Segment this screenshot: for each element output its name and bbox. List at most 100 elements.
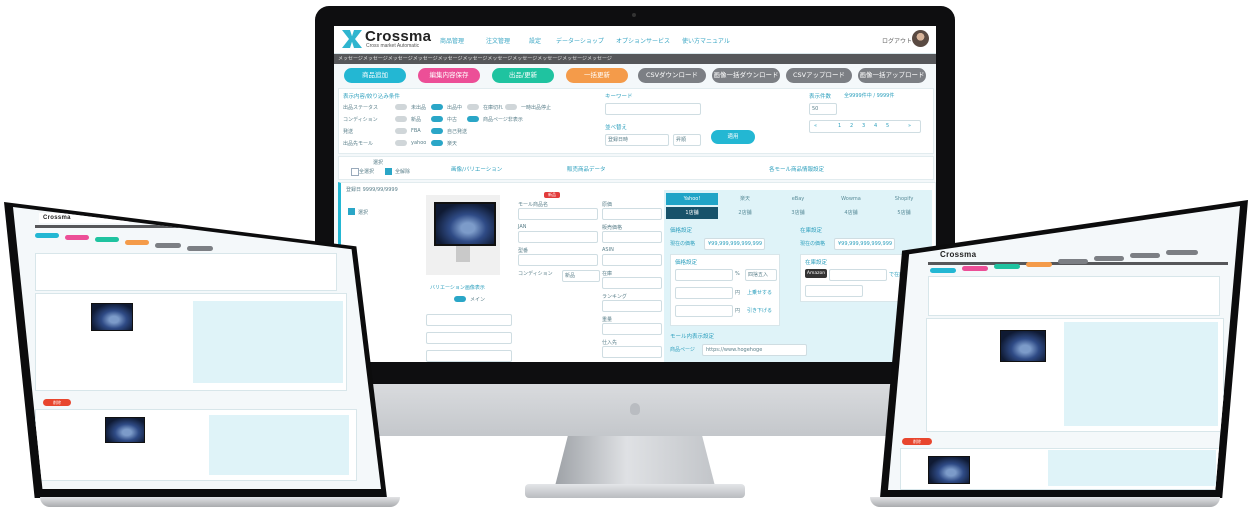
tab-ebay[interactable]: eBay (772, 193, 824, 205)
page-next[interactable]: » (908, 123, 911, 129)
tab-wowma[interactable]: Wowma (825, 193, 877, 205)
weight-input[interactable] (602, 323, 662, 335)
add-product-button[interactable]: 商品追加 (344, 68, 406, 83)
page-2[interactable]: 2 (850, 123, 853, 129)
deselect-all-checkbox[interactable] (385, 168, 392, 175)
mall-name-input[interactable] (518, 208, 598, 220)
nav-item-datashop[interactable]: データーショップ (556, 36, 604, 45)
sort-order-select[interactable]: 昇順 (673, 134, 701, 146)
right-add-btn[interactable] (930, 268, 956, 273)
price-sub-input[interactable] (675, 305, 733, 317)
tab-yahoo[interactable]: Yahoo! (666, 193, 718, 205)
left-add-btn[interactable] (35, 233, 59, 238)
store-tab-4[interactable]: 4店舗 (825, 207, 877, 219)
nav-item-products[interactable]: 商品管理 (440, 36, 464, 45)
inventory-setting-title: 在庫設定 (805, 260, 828, 266)
page-5[interactable]: 5 (886, 123, 889, 129)
select-all-checkbox[interactable] (351, 168, 359, 176)
image-bulk-download-button[interactable]: 画像一括ダウンロード (712, 68, 780, 83)
right-bulk-btn[interactable] (1026, 262, 1052, 267)
model-input[interactable] (518, 254, 598, 266)
left-bulk-btn[interactable] (125, 240, 149, 245)
page-3[interactable]: 3 (862, 123, 865, 129)
tab-rakuten[interactable]: 楽天 (719, 193, 771, 205)
store-tab-2[interactable]: 2店舗 (719, 207, 771, 219)
rounding-select[interactable]: 四捨五入 (745, 269, 777, 281)
image-bulk-upload-button[interactable]: 画像一括アップロード (858, 68, 926, 83)
right-list-btn[interactable] (994, 264, 1020, 269)
right-brand: Crossma (940, 250, 977, 259)
variation-field-3[interactable] (426, 350, 512, 362)
asin-input[interactable] (602, 254, 662, 266)
right-csv-btn[interactable] (1058, 259, 1088, 264)
toggle-unlisted[interactable] (395, 104, 407, 110)
deselect-all-label: 全解除 (395, 169, 411, 175)
price-rate-input[interactable] (675, 269, 733, 281)
left-save-btn[interactable] (65, 235, 89, 240)
store-url-input[interactable]: https://www.hogehoge (702, 344, 807, 356)
supplier-input[interactable] (602, 346, 662, 358)
opt-yahoo: yahoo (411, 140, 427, 146)
left-delete-button[interactable]: 削除 (43, 399, 71, 406)
avatar[interactable] (912, 30, 929, 47)
left-csv-btn[interactable] (155, 243, 181, 248)
store-tab-1[interactable]: 1店舗 (666, 207, 718, 219)
list-update-button[interactable]: 出品/更新 (492, 68, 554, 83)
jan-input[interactable] (518, 231, 598, 243)
condition-select[interactable]: 新品 (562, 270, 600, 282)
count-select[interactable]: 50 (809, 103, 837, 115)
sort-select[interactable]: 登録日時 (605, 134, 669, 146)
cost-input[interactable] (602, 208, 662, 220)
save-edits-button[interactable]: 編集内容保存 (418, 68, 480, 83)
apply-button[interactable]: 適用 (711, 130, 755, 144)
store-tab-5[interactable]: 5店舗 (878, 207, 930, 219)
right-csv-up-btn[interactable] (1130, 253, 1160, 258)
item-select-checkbox[interactable] (348, 208, 355, 215)
inventory-input-2[interactable] (805, 285, 863, 297)
csv-download-button[interactable]: CSVダウンロード (638, 68, 706, 83)
nav-item-orders[interactable]: 注文管理 (486, 36, 510, 45)
price-add-input[interactable] (675, 287, 733, 299)
variation-field-2[interactable] (426, 332, 512, 344)
toggle-used[interactable] (431, 116, 443, 122)
product-imac-screen (434, 202, 496, 246)
inventory-input[interactable] (829, 269, 887, 281)
price-input[interactable] (602, 231, 662, 243)
toggle-paused[interactable] (505, 104, 517, 110)
filter-label-condition: コンディション (343, 117, 378, 123)
stock-input[interactable] (602, 277, 662, 289)
logout-link[interactable]: ログアウト (882, 36, 912, 45)
toggle-self-ship[interactable] (431, 128, 443, 134)
store-tab-3[interactable]: 3店舗 (772, 207, 824, 219)
tab-shopify[interactable]: Shopify (878, 193, 930, 205)
toggle-yahoo[interactable] (395, 140, 407, 146)
nav-item-manual[interactable]: 使い方マニュアル (682, 36, 730, 45)
toggle-new[interactable] (395, 116, 407, 122)
toggle-listed[interactable] (431, 104, 443, 110)
toggle-fba[interactable] (395, 128, 407, 134)
main-image-toggle[interactable] (454, 296, 466, 302)
toggle-out-of-stock[interactable] (467, 104, 479, 110)
nav-item-options[interactable]: オプションサービス (616, 36, 670, 45)
right-delete-button[interactable]: 削除 (902, 438, 932, 445)
page-prev[interactable]: « (814, 123, 817, 129)
right-img-dl-btn[interactable] (1094, 256, 1124, 261)
ranking-input[interactable] (602, 300, 662, 312)
bulk-update-button[interactable]: 一括更新 (566, 68, 628, 83)
page-4[interactable]: 4 (874, 123, 877, 129)
right-save-btn[interactable] (962, 266, 988, 271)
csv-upload-button[interactable]: CSVアップロード (786, 68, 852, 83)
store-page-label: 商品ページ (670, 347, 695, 353)
left-img-btn[interactable] (187, 246, 213, 251)
left-list-btn[interactable] (95, 237, 119, 242)
camera-dot (632, 13, 636, 17)
nav-item-settings[interactable]: 設定 (529, 36, 541, 45)
right-mall-panel-1 (1064, 322, 1218, 426)
page-1[interactable]: 1 (838, 123, 841, 129)
toggle-rakuten[interactable] (431, 140, 443, 146)
keyword-input[interactable] (605, 103, 701, 115)
field-cost-label: 原価 (602, 202, 613, 208)
toggle-hidden-page[interactable] (467, 116, 479, 122)
right-img-up-btn[interactable] (1166, 250, 1198, 255)
variation-field-1[interactable] (426, 314, 512, 326)
